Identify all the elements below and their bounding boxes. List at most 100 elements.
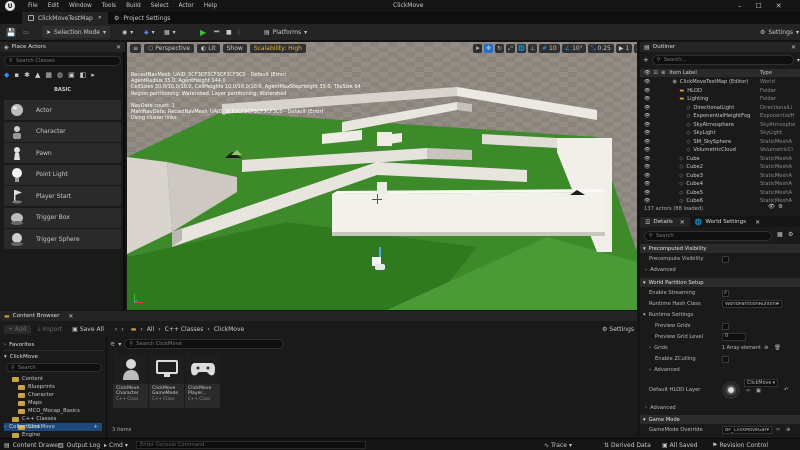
details-search-input[interactable]: ⚲ Search xyxy=(644,231,772,241)
outliner-row[interactable]: 👁 ▬ Lighting Folder xyxy=(640,95,800,104)
volumes-category-icon[interactable]: ▣ xyxy=(68,71,75,79)
surface-snap-icon[interactable]: ⊥ xyxy=(528,44,537,53)
grid-view-icon[interactable]: ▦ xyxy=(777,231,783,238)
filter-icon[interactable]: ⚟ xyxy=(110,341,115,348)
scalability-button[interactable]: Scalability: High xyxy=(249,44,306,53)
section-world-partition-setup[interactable]: ▾ World Partition Setup xyxy=(640,278,800,287)
outliner-row[interactable]: 👁 ◇ Cube5 StaticMeshA xyxy=(640,189,800,198)
tab-details[interactable]: ☰ Details ✕ xyxy=(640,217,690,227)
preview-grid-level-input[interactable]: 0 xyxy=(722,333,746,341)
content-drawer-button[interactable]: ▤ Content Drawer xyxy=(4,440,60,450)
folder-tree-item[interactable]: Maps xyxy=(0,399,105,407)
place-point-light-item[interactable]: Point Light xyxy=(4,164,121,185)
type-column[interactable]: Type xyxy=(760,70,772,76)
game-mode-override-dropdown[interactable]: BP_ClickMoveGar ▾ xyxy=(722,426,772,434)
asset-icon[interactable]: ▭ xyxy=(21,27,31,37)
perspective-button[interactable]: ⬡ Perspective xyxy=(144,44,194,53)
revision-control-button[interactable]: ⚑ Revision Control xyxy=(712,440,768,450)
tab-project-settings[interactable]: ⚙ Project Settings xyxy=(108,12,178,24)
add-content-button[interactable]: ◉ ▾ xyxy=(118,26,137,38)
filter-icon[interactable]: ▾ xyxy=(797,57,800,64)
maximize-viewport-icon[interactable]: ⛶ xyxy=(634,44,637,53)
folder-tree-item[interactable]: C++ Classes xyxy=(0,415,105,423)
more-category-icon[interactable]: ▸ xyxy=(91,71,95,79)
asset-tile[interactable]: ClickMove Character C++ Class xyxy=(113,353,148,408)
reset-icon[interactable]: ↶ xyxy=(784,387,788,393)
back-icon[interactable]: ‹ xyxy=(115,326,117,333)
close-icon[interactable]: ✕ xyxy=(791,44,796,51)
rotation-snap-button[interactable]: ∠ 10° xyxy=(561,44,586,53)
close-icon[interactable]: ✕ xyxy=(680,219,685,226)
outliner-row[interactable]: 👁 ◇ Cube StaticMeshA xyxy=(640,155,800,164)
outliner-row[interactable]: 👁 ◇ Cube4 StaticMeshA xyxy=(640,180,800,189)
cinematic-category-icon[interactable]: ▦ xyxy=(45,71,52,79)
visibility-icon[interactable]: 👁 xyxy=(644,173,650,179)
platforms-dropdown[interactable]: ▤ Platforms ▾ xyxy=(260,26,311,38)
find-icon[interactable]: ▣ xyxy=(756,388,761,394)
outliner-row[interactable]: 👁 ◇ SM_SkySphere StaticMeshA xyxy=(640,138,800,147)
visibility-icon[interactable]: 👁 xyxy=(644,79,650,85)
save-icon[interactable]: 💾 xyxy=(6,27,16,37)
add-icon[interactable]: + xyxy=(643,56,649,64)
forward-icon[interactable]: › xyxy=(121,326,123,333)
outliner-row[interactable]: 👁 ◇ Cube2 StaticMeshA xyxy=(640,163,800,172)
blueprint-button[interactable]: ◈ ▾ xyxy=(140,26,159,38)
rotate-tool-icon[interactable]: ↻ xyxy=(495,44,504,53)
visibility-icon[interactable]: 👁 xyxy=(644,105,650,111)
visibility-icon[interactable]: 👁 xyxy=(644,96,650,102)
browse-icon[interactable]: ⇦ xyxy=(776,427,780,433)
menu-actor[interactable]: Actor xyxy=(179,3,194,9)
outliner-row[interactable]: 👁 ◇ SkyLight SkyLight xyxy=(640,129,800,138)
breadcrumb-clickmove[interactable]: ClickMove xyxy=(214,326,244,333)
add-button[interactable]: + Add xyxy=(4,324,31,334)
visibility-icon[interactable]: 👁 xyxy=(644,122,650,128)
place-player-start-item[interactable]: Player Start xyxy=(4,186,121,206)
project-section[interactable]: ▾ ClickMove xyxy=(4,353,104,361)
show-button[interactable]: Show xyxy=(222,44,247,53)
pin-column-icon[interactable]: ⊕ xyxy=(661,70,665,76)
shapes-category-icon[interactable]: ▲ xyxy=(35,71,40,79)
asset-search-input[interactable]: ⚲ Search ClickMove xyxy=(124,339,285,349)
lock-column-icon[interactable]: ⊡ xyxy=(654,70,658,76)
close-icon[interactable]: ✕ xyxy=(776,2,782,10)
asset-tile[interactable]: ClickMove GameMode C++ Class xyxy=(149,353,184,408)
item-label-column[interactable]: Item Label xyxy=(669,70,696,76)
lights-category-icon[interactable]: ✱ xyxy=(24,71,30,79)
collections-section[interactable]: › Collections + xyxy=(4,423,104,431)
menu-help[interactable]: Help xyxy=(204,3,217,9)
camera-speed-button[interactable]: ▶ 1 xyxy=(615,44,633,53)
minimize-icon[interactable]: – xyxy=(738,2,742,10)
visibility-column-icon[interactable]: 👁 xyxy=(644,70,651,76)
all-saved-button[interactable]: ▣ All Saved xyxy=(662,440,698,450)
maximize-icon[interactable]: ☐ xyxy=(756,2,762,10)
cinematics-button[interactable]: ▦ ▾ xyxy=(160,26,180,38)
hlod-layer-dropdown[interactable]: ClickMove ▾ xyxy=(744,379,778,387)
scale-tool-icon[interactable]: ⤢ xyxy=(506,44,515,53)
breadcrumb-cpp-classes[interactable]: C++ Classes xyxy=(165,326,204,333)
unreal-logo-icon[interactable]: U xyxy=(5,1,15,11)
chevron-right-icon[interactable]: › xyxy=(649,345,651,351)
level-viewport[interactable]: ≡ ⬡ Perspective ◐ Lit Show Scalability: Hi… xyxy=(127,42,637,310)
outliner-row[interactable]: 👁 ◇ SkyAtmosphere SkyAtmosphe xyxy=(640,121,800,130)
classes-search-input[interactable]: ⚲ Search Classes xyxy=(4,56,121,66)
play-options-button[interactable]: ⋮ xyxy=(232,26,246,38)
options-icon[interactable]: ⚙ xyxy=(778,204,783,210)
save-all-button[interactable]: ▣ Save All xyxy=(69,325,107,334)
favorites-section[interactable]: › Favorites xyxy=(4,341,104,349)
browse-icon[interactable]: ⇦ xyxy=(746,388,750,394)
outliner-row[interactable]: 👁 ◇ DirectionalLight DirectionalLi xyxy=(640,104,800,113)
enable-zculling-checkbox[interactable] xyxy=(722,355,729,363)
folder-tree-item[interactable]: Character xyxy=(0,391,105,399)
place-trigger-box-item[interactable]: Trigger Box xyxy=(4,207,121,228)
section-game-mode[interactable]: ▾ Game Mode xyxy=(640,415,800,424)
recent-icon[interactable]: ◆ xyxy=(4,71,9,79)
menu-file[interactable]: File xyxy=(28,3,38,9)
visibility-icon[interactable]: 👁 xyxy=(644,156,650,162)
visibility-icon[interactable]: 👁 xyxy=(644,139,650,145)
menu-edit[interactable]: Edit xyxy=(48,3,59,9)
visibility-icon[interactable]: 👁 xyxy=(644,198,650,204)
tab-close-icon[interactable]: ✕ xyxy=(98,15,102,21)
derived-data-button[interactable]: ⇅ Derived Data xyxy=(604,440,651,450)
close-icon[interactable]: ✕ xyxy=(68,313,73,320)
outliner-row[interactable]: 👁 ◉ ClickMoveTestMap (Editor) World xyxy=(640,78,800,87)
